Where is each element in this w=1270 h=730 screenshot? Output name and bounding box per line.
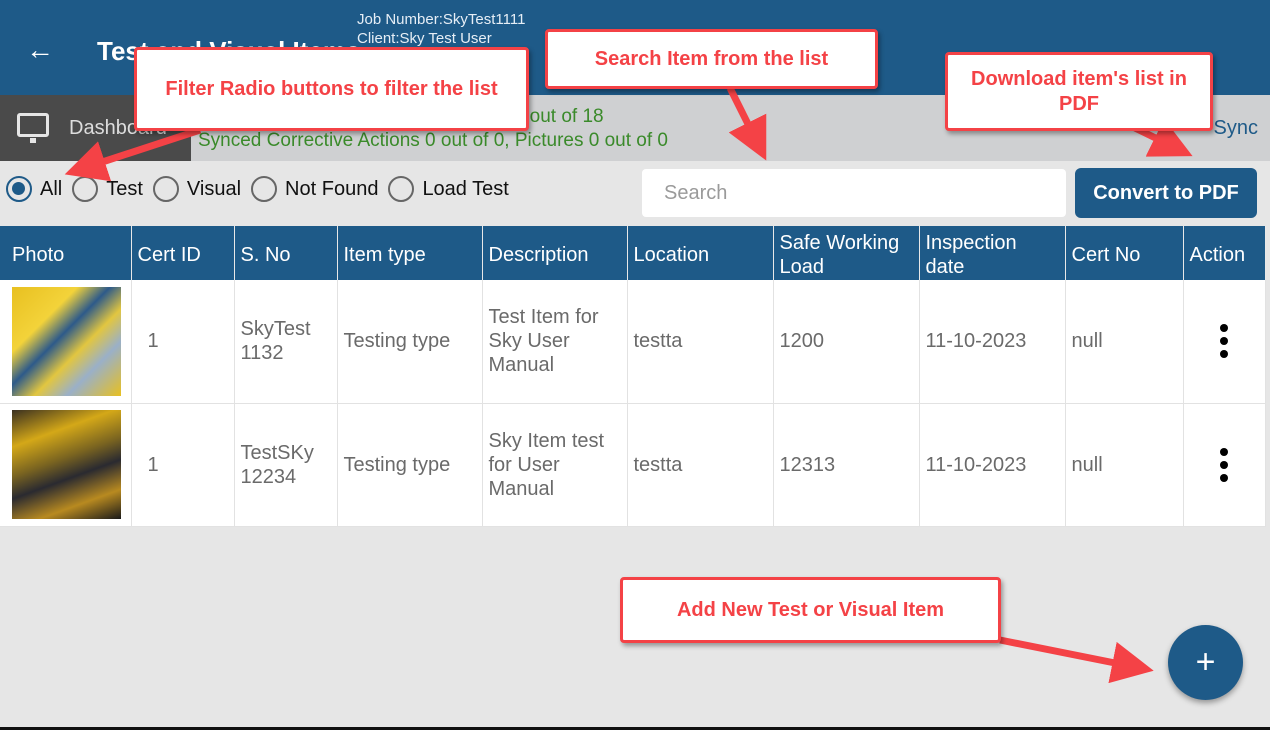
item-photo[interactable]: [12, 410, 121, 519]
callout-add: Add New Test or Visual Item: [620, 577, 1001, 643]
description: Test Item for Sky User Manual: [482, 280, 628, 404]
arrow-add: [999, 636, 1154, 684]
callout-search: Search Item from the list: [545, 29, 878, 89]
more-vert-icon[interactable]: [1190, 324, 1259, 359]
search-input[interactable]: [642, 169, 1066, 217]
sync-button[interactable]: Sync: [1214, 117, 1258, 140]
item-type: Testing type: [337, 403, 483, 527]
filter-radio-group: All Test Visual Not Found Load Test: [6, 176, 519, 202]
more-vert-icon[interactable]: [1190, 447, 1259, 482]
job-number: Job Number:SkyTest1111: [357, 11, 526, 28]
cert-no: null: [1065, 280, 1184, 404]
col-inspection-date: Inspection date: [919, 226, 1066, 280]
radio-unchecked-icon[interactable]: [152, 176, 179, 202]
back-button[interactable]: ←: [26, 36, 54, 64]
filter-radio-all[interactable]: All: [6, 176, 62, 202]
filter-radio-test[interactable]: Test: [72, 176, 143, 202]
filter-label: Visual: [186, 177, 242, 200]
photo-cell: [0, 403, 132, 527]
col-cert-id: Cert ID: [131, 226, 235, 280]
callout-filter: Filter Radio buttons to filter the list: [134, 47, 529, 131]
radio-checked-icon[interactable]: [6, 176, 32, 202]
table-header-row: Photo Cert ID S. No Item type Descriptio…: [0, 226, 1266, 280]
s-no: TestSKy 12234: [234, 403, 338, 527]
table-row[interactable]: 1 SkyTest 1132 Testing type Test Item fo…: [0, 280, 1266, 404]
filter-label: Test: [106, 177, 143, 200]
radio-unchecked-icon[interactable]: [72, 176, 99, 202]
items-table: Photo Cert ID S. No Item type Descriptio…: [0, 226, 1266, 527]
description: Sky Item test for User Manual: [482, 403, 628, 527]
monitor-icon: [17, 113, 49, 143]
action-cell: [1183, 403, 1266, 527]
col-location: Location: [627, 226, 774, 280]
filter-label: All: [40, 177, 63, 200]
col-swl: Safe Working Load: [773, 226, 920, 280]
table-row[interactable]: 1 TestSKy 12234 Testing type Sky Item te…: [0, 403, 1266, 527]
s-no: SkyTest 1132: [234, 280, 338, 404]
convert-to-pdf-button[interactable]: Convert to PDF: [1075, 168, 1257, 218]
col-description: Description: [482, 226, 628, 280]
job-info: Job Number:SkyTest1111 Client:Sky Test U…: [357, 10, 525, 48]
location: testta: [627, 403, 774, 527]
inspection-date: 11-10-2023: [919, 280, 1066, 404]
col-item-type: Item type: [337, 226, 483, 280]
filter-label: Not Found: [285, 177, 379, 200]
radio-unchecked-icon[interactable]: [388, 176, 415, 202]
arrow-left-icon: ←: [26, 34, 54, 65]
col-photo: Photo: [0, 226, 132, 280]
cert-id: 1: [131, 280, 235, 404]
callout-download: Download item's list in PDF: [945, 52, 1213, 131]
filter-label: Load Test: [422, 177, 509, 200]
swl: 12313: [773, 403, 920, 527]
col-action: Action: [1183, 226, 1266, 280]
item-type: Testing type: [337, 280, 483, 404]
filter-radio-load-test[interactable]: Load Test: [388, 176, 509, 202]
add-item-fab[interactable]: +: [1168, 625, 1243, 700]
plus-icon: +: [1195, 643, 1216, 681]
item-photo[interactable]: [12, 286, 121, 396]
client-name: Client:Sky Test User: [357, 30, 492, 47]
radio-unchecked-icon[interactable]: [251, 176, 278, 202]
photo-cell: [0, 280, 132, 404]
sync-status-actions: Synced Corrective Actions 0 out of 0, Pi…: [198, 130, 668, 151]
action-cell: [1183, 280, 1266, 404]
filter-radio-not-found[interactable]: Not Found: [251, 176, 378, 202]
swl: 1200: [773, 280, 920, 404]
cert-no: null: [1065, 403, 1184, 527]
col-s-no: S. No: [234, 226, 338, 280]
cert-id: 1: [131, 403, 235, 527]
col-cert-no: Cert No: [1065, 226, 1184, 280]
inspection-date: 11-10-2023: [919, 403, 1066, 527]
filter-radio-visual[interactable]: Visual: [152, 176, 242, 202]
location: testta: [627, 280, 774, 404]
